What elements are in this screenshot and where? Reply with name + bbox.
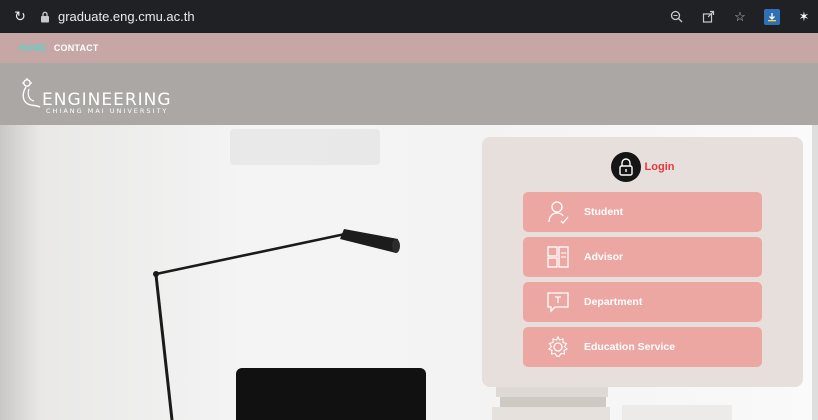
student-login-button[interactable]: Student: [523, 192, 762, 232]
site-header: ENGINEERING CHIANG MAI UNIVERSITY: [0, 63, 818, 125]
lock-icon[interactable]: [38, 10, 52, 24]
extension-icon[interactable]: [764, 8, 780, 25]
education-service-icon: [545, 334, 571, 360]
browser-actions: ☆ ✶: [668, 0, 818, 33]
advisor-login-button[interactable]: Advisor: [523, 237, 762, 277]
advisor-icon: [545, 244, 571, 270]
login-header: Login: [482, 151, 803, 183]
education-service-login-button[interactable]: Education Service: [523, 327, 762, 367]
bookmark-star-icon[interactable]: ☆: [732, 9, 748, 25]
logo-emblem-icon: [22, 78, 41, 108]
zoom-icon[interactable]: [668, 9, 684, 25]
education-service-label: Education Service: [584, 341, 676, 353]
logo-subtitle: CHIANG MAI UNIVERSITY: [46, 107, 169, 115]
address-bar[interactable]: graduate.eng.cmu.ac.th: [58, 9, 195, 24]
department-icon: [545, 289, 571, 315]
department-login-button[interactable]: Department: [523, 282, 762, 322]
nav-contact-link[interactable]: CONTACT: [54, 43, 99, 53]
engineering-logo[interactable]: ENGINEERING CHIANG MAI UNIVERSITY: [20, 77, 200, 117]
share-icon[interactable]: [700, 9, 716, 25]
advisor-label: Advisor: [584, 251, 624, 263]
top-nav: HOME CONTACT: [0, 33, 818, 63]
padlock-icon: [610, 152, 641, 182]
student-icon: [545, 199, 571, 225]
reload-icon[interactable]: ↻: [10, 8, 30, 25]
student-label: Student: [584, 206, 624, 218]
puzzle-icon[interactable]: ✶: [796, 9, 812, 25]
department-label: Department: [584, 296, 643, 308]
browser-toolbar: ↻ graduate.eng.cmu.ac.th ☆ ✶: [0, 0, 818, 33]
login-card: Login Student Advisor Department Educati…: [482, 137, 803, 387]
login-title: Login: [644, 161, 675, 173]
nav-home-link[interactable]: HOME: [19, 43, 47, 53]
